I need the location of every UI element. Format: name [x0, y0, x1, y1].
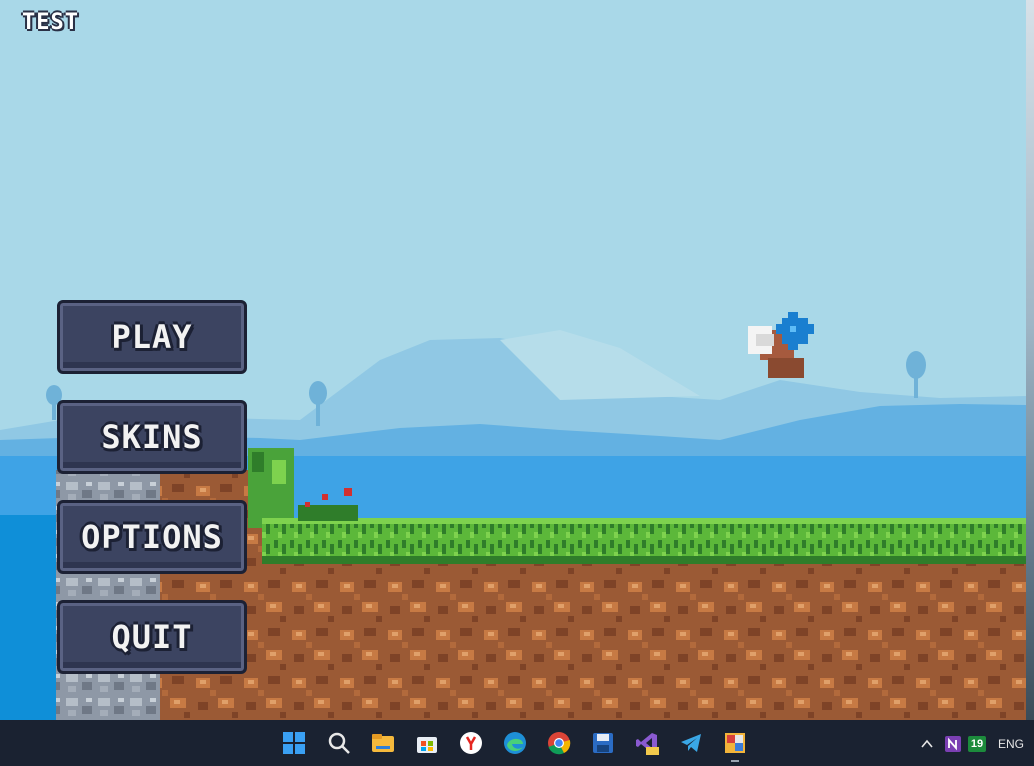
game-app-icon[interactable] [723, 731, 747, 755]
bird-character [748, 312, 814, 378]
visual-studio-icon[interactable] [635, 731, 659, 755]
window-title: TEST [22, 10, 79, 35]
onenote-icon[interactable] [944, 735, 962, 753]
yandex-browser-icon[interactable] [459, 731, 483, 755]
search-icon[interactable] [327, 731, 351, 755]
quit-button-label: QUIT [111, 618, 193, 656]
active-app-indicator [731, 760, 739, 762]
save-icon[interactable] [591, 731, 615, 755]
play-button[interactable]: PLAY [57, 300, 247, 374]
edge-icon[interactable] [503, 731, 527, 755]
chevron-up-icon[interactable] [920, 738, 934, 750]
start-icon[interactable] [282, 731, 306, 755]
options-button[interactable]: OPTIONS [57, 500, 247, 574]
game-window: TEST PLAY SKINS OPTIONS QUIT [0, 0, 1026, 720]
store-icon[interactable] [415, 731, 439, 755]
quit-button[interactable]: QUIT [57, 600, 247, 674]
tray-badge[interactable]: 19 [968, 736, 986, 752]
desktop-background-edge [1026, 0, 1034, 720]
language-indicator[interactable]: ENG [998, 737, 1024, 751]
skins-button[interactable]: SKINS [57, 400, 247, 474]
chrome-icon[interactable] [547, 731, 571, 755]
options-button-label: OPTIONS [81, 518, 223, 556]
file-explorer-icon[interactable] [371, 731, 395, 755]
telegram-icon[interactable] [679, 731, 703, 755]
skins-button-label: SKINS [101, 418, 203, 456]
play-button-label: PLAY [111, 318, 193, 356]
